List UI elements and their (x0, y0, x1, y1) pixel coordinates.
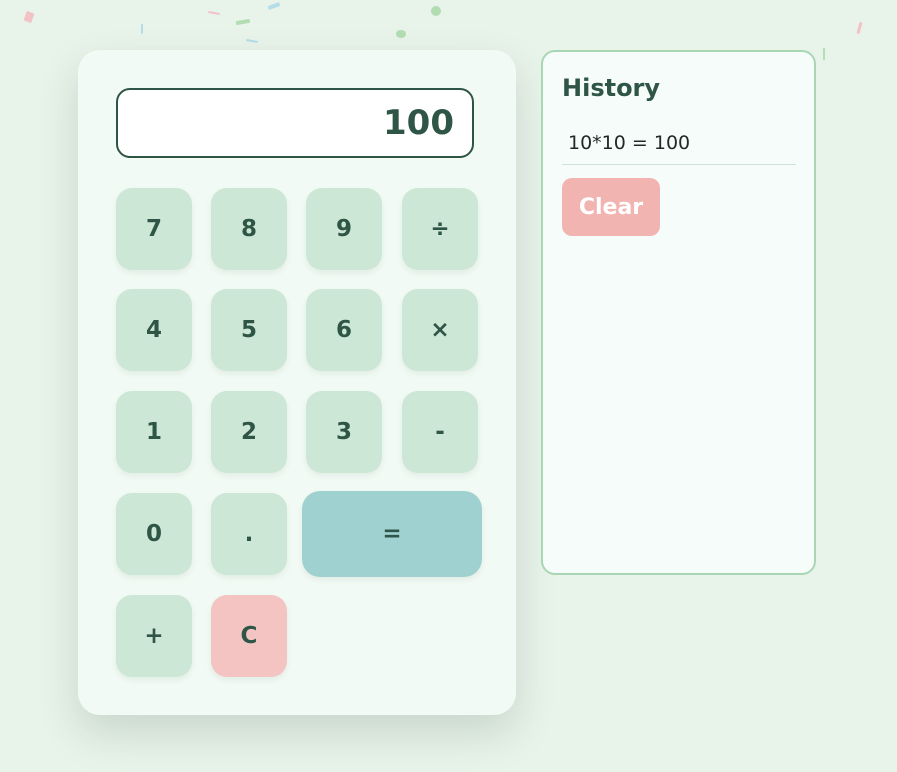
key-0[interactable]: 0 (116, 493, 192, 575)
key-4[interactable]: 4 (116, 289, 192, 371)
calculator-display: 100 (116, 88, 474, 158)
key-divide[interactable]: ÷ (402, 188, 478, 270)
key-subtract[interactable]: - (402, 391, 478, 473)
key-8[interactable]: 8 (211, 188, 287, 270)
history-entry: 10*10 = 100 (562, 132, 796, 165)
key-5[interactable]: 5 (211, 289, 287, 371)
key-equals[interactable]: = (302, 491, 482, 577)
key-9[interactable]: 9 (306, 188, 382, 270)
key-3[interactable]: 3 (306, 391, 382, 473)
calculator: 100 7 8 9 ÷ 4 5 6 × 1 2 3 - 0 . = + C (78, 50, 516, 715)
key-1[interactable]: 1 (116, 391, 192, 473)
key-multiply[interactable]: × (402, 289, 478, 371)
history-panel: History 10*10 = 100 Clear (541, 50, 816, 575)
key-6[interactable]: 6 (306, 289, 382, 371)
key-clear[interactable]: C (211, 595, 287, 677)
history-title: History (562, 74, 661, 102)
clear-history-button[interactable]: Clear (562, 178, 660, 236)
key-add[interactable]: + (116, 595, 192, 677)
key-2[interactable]: 2 (211, 391, 287, 473)
key-decimal[interactable]: . (211, 493, 287, 575)
key-7[interactable]: 7 (116, 188, 192, 270)
